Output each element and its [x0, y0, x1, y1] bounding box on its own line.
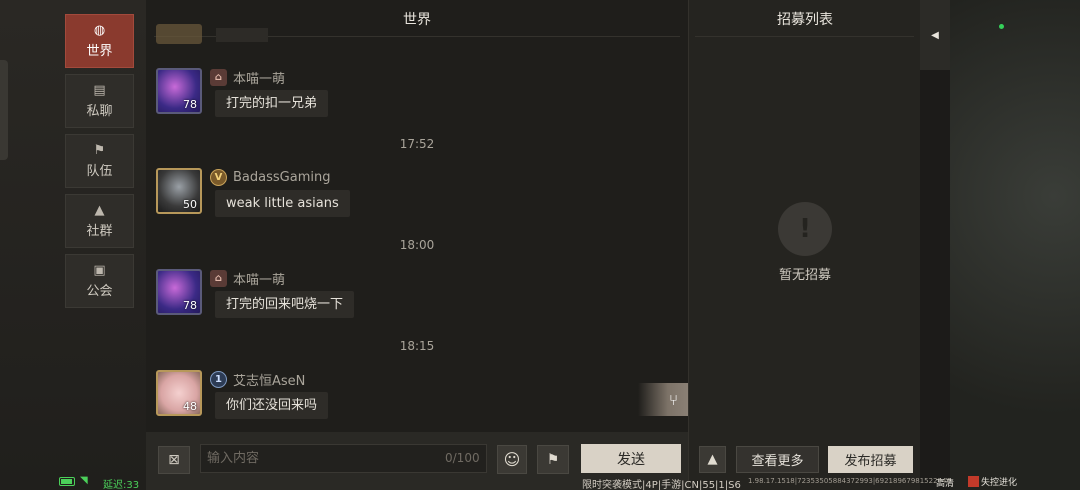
message-bubble: 打完的回来吧烧一下: [215, 291, 355, 318]
char-counter: 0/100: [445, 451, 480, 465]
share-location-button[interactable]: ⚑: [537, 445, 569, 474]
smiley-icon: ☺: [503, 450, 521, 469]
seat-icon: ⑂: [668, 390, 678, 409]
caret-left-icon: ◀: [931, 29, 939, 41]
guild-banner-icon: ▣: [93, 263, 106, 278]
warning-icon: ▲: [707, 452, 718, 467]
nav-tab-label: 社群: [86, 224, 113, 239]
build-info: 限时突袭模式|4P|手游|CN|55|1|S6: [582, 480, 741, 490]
sender-row: 1 艾志恒AseN: [210, 370, 305, 389]
campfire-icon: ▲: [94, 203, 105, 218]
voice-toggle-button[interactable]: ⊠: [158, 446, 190, 474]
nav-tab-world[interactable]: ◍ 世界: [65, 14, 134, 68]
recruit-panel: 招募列表 ! 暂无招募 ▲ 查看更多 发布招募: [688, 0, 920, 490]
timestamp: 17:52: [399, 137, 435, 151]
recruit-title: 招募列表: [777, 12, 833, 28]
online-indicator: [999, 24, 1004, 29]
sender-row: ⌂ 本喵一萌: [210, 269, 285, 288]
player-level: 50: [183, 198, 197, 211]
avatar[interactable]: 78: [156, 269, 202, 315]
nav-tab-team[interactable]: ⚑ 队伍: [65, 134, 134, 188]
sender-row: V BadassGaming: [210, 168, 330, 186]
flag-share-icon: ⚑: [546, 451, 560, 468]
sender-name[interactable]: 艾志恒AseN: [233, 370, 305, 389]
nav-tab-community[interactable]: ▲ 社群: [65, 194, 134, 248]
wifi-icon: ◥: [80, 475, 88, 486]
sender-row: ⌂ 本喵一萌: [210, 68, 285, 87]
avatar[interactable]: [156, 24, 202, 44]
report-button[interactable]: ▲: [699, 446, 726, 473]
avatar[interactable]: 48: [156, 370, 202, 416]
sender-name[interactable]: 本喵一萌: [233, 68, 285, 87]
flag-icon: ⚑: [93, 143, 106, 158]
battery-icon: [59, 477, 75, 486]
collapse-panel-button[interactable]: ◀: [920, 0, 950, 70]
game-scene: [950, 0, 1080, 490]
chat-panel[interactable]: 世界 78 ⌂ 本喵一萌 打完的扣一兄弟 17:52 50 V BadassGa…: [146, 0, 688, 432]
nav-tab-label: 私聊: [86, 104, 113, 119]
timestamp: 18:15: [399, 339, 435, 353]
nav-tab-label: 公会: [86, 284, 113, 299]
send-button[interactable]: 发送: [581, 444, 681, 473]
rank-badge-icon: 1: [210, 370, 227, 388]
latency-readout: 延迟:33: [103, 480, 140, 490]
emoji-button[interactable]: ☺: [497, 445, 527, 474]
session-ids: 1.98.17.1518|72353505884372993|692189679…: [748, 477, 951, 485]
logo-mark-icon: [968, 476, 979, 487]
nav-tab-private[interactable]: ▤ 私聊: [65, 74, 134, 128]
empty-state-text: 暂无招募: [778, 268, 831, 283]
message-bubble: weak little asians: [215, 190, 350, 217]
globe-icon: ◍: [93, 23, 106, 38]
chat-channel-nav: ◍ 世界 ▤ 私聊 ⚑ 队伍 ▲ 社群 ▣ 公会: [65, 14, 134, 314]
avatar[interactable]: 50: [156, 168, 202, 214]
game-logo: 失控进化: [968, 475, 1017, 488]
status-bar: ◥ 延迟:33 限时突袭模式|4P|手游|CN|55|1|S6 1.98.17.…: [0, 474, 1080, 490]
chat-icon: ▤: [93, 83, 106, 98]
mic-off-icon: ⊠: [168, 452, 180, 468]
message-bubble: 打完的扣一兄弟: [215, 90, 329, 117]
seat-toggle-button[interactable]: ⑂: [638, 383, 688, 416]
player-level: 48: [183, 400, 197, 413]
quality-setting[interactable]: 高清: [936, 476, 954, 489]
nav-tab-label: 队伍: [86, 164, 113, 179]
message-bubble: 你们还没回来吗: [215, 392, 329, 419]
sender-name[interactable]: 本喵一萌: [233, 269, 285, 288]
vip-badge-icon: V: [210, 168, 227, 186]
empty-state-icon: !: [778, 202, 832, 256]
logo-text: 失控进化: [981, 478, 1018, 488]
nav-tab-label: 世界: [86, 44, 113, 59]
sender-name[interactable]: BadassGaming: [233, 170, 330, 185]
house-badge-icon: ⌂: [210, 269, 227, 287]
message-input[interactable]: [200, 444, 487, 473]
nav-tab-guild[interactable]: ▣ 公会: [65, 254, 134, 308]
player-level: 78: [183, 299, 197, 312]
left-edge-handle[interactable]: [0, 60, 8, 160]
post-recruit-button[interactable]: 发布招募: [828, 446, 913, 473]
player-level: 78: [183, 98, 197, 111]
divider: [695, 36, 914, 37]
view-more-button[interactable]: 查看更多: [736, 446, 819, 473]
message-bubble: [216, 28, 268, 42]
timestamp: 18:00: [399, 238, 435, 252]
avatar[interactable]: 78: [156, 68, 202, 114]
house-badge-icon: ⌂: [210, 68, 227, 86]
